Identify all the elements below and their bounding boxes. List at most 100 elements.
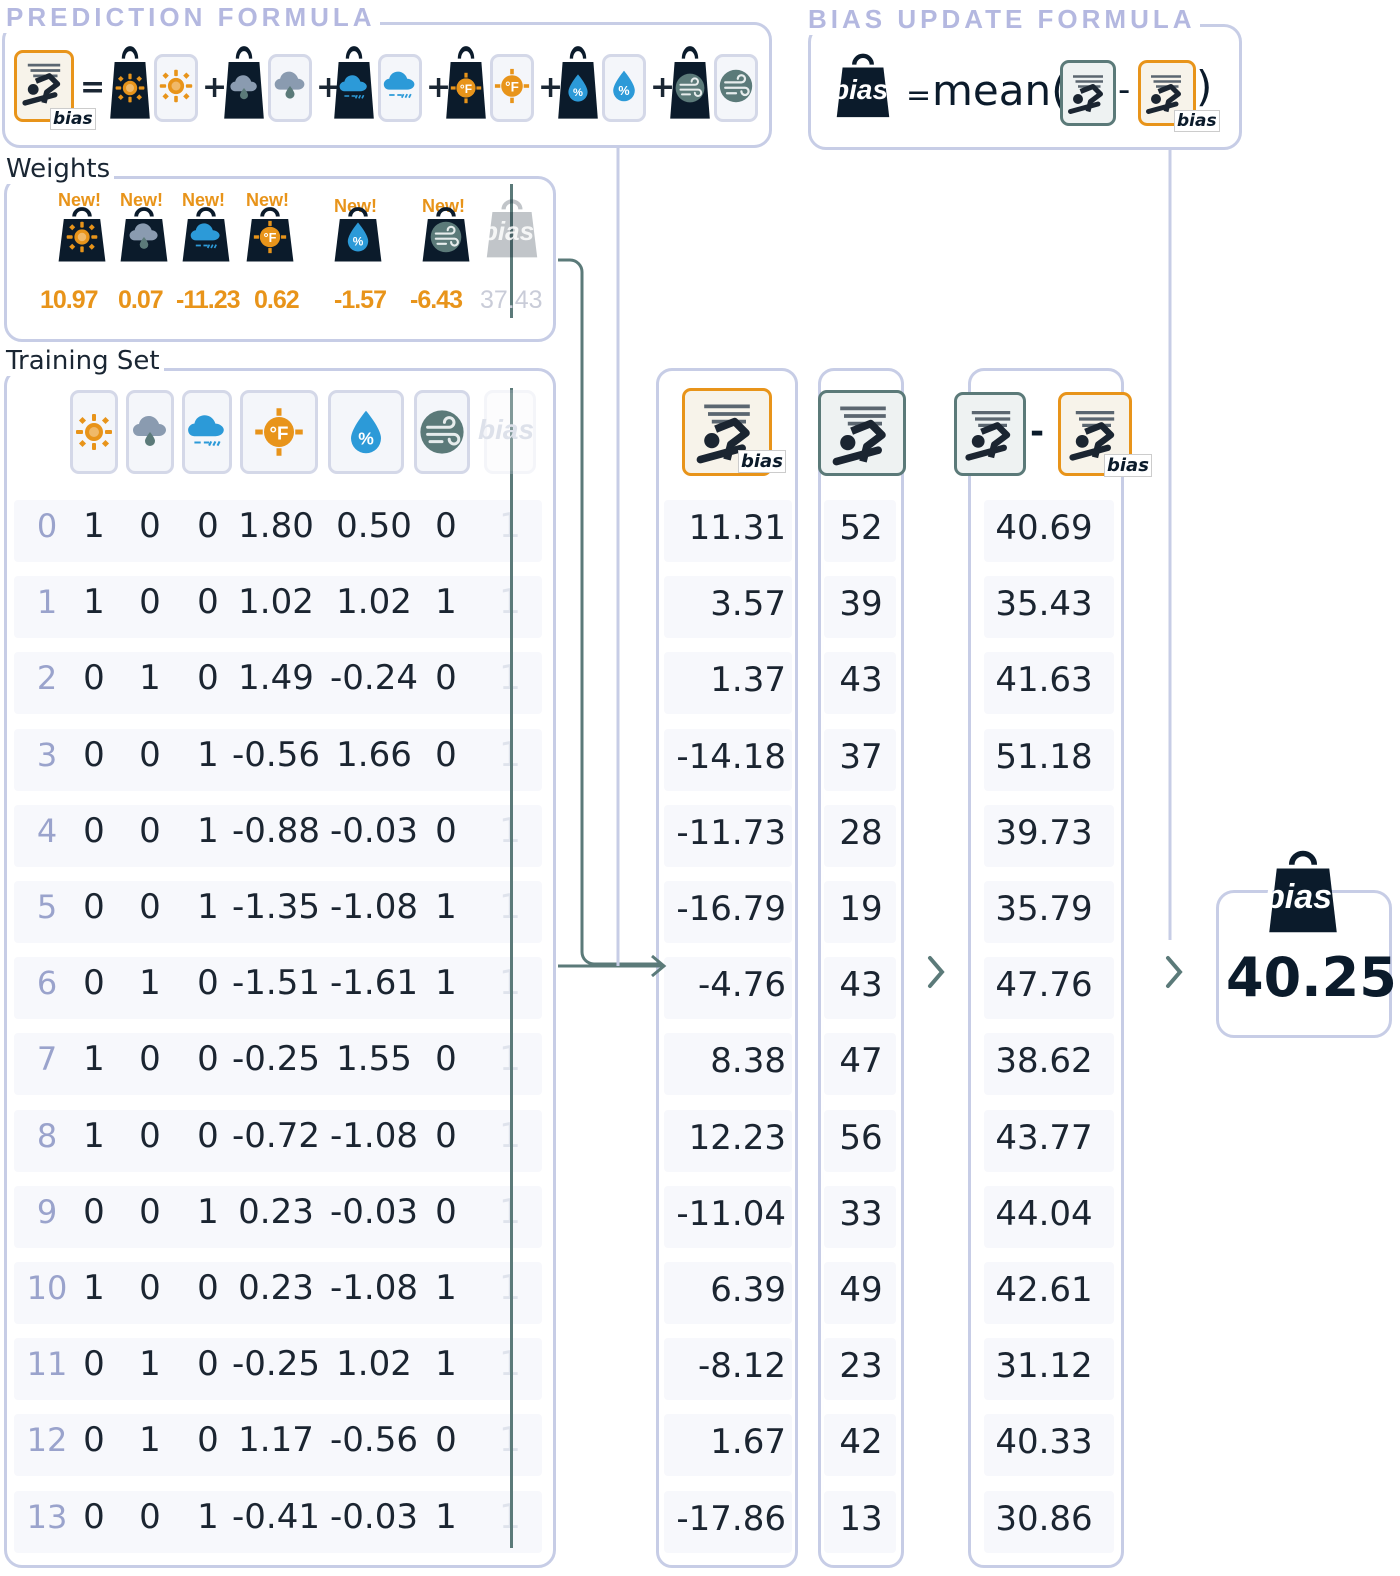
difference-value: 39.73 — [995, 812, 1093, 853]
feature-value: 0 — [435, 810, 457, 851]
feature-value: 1 — [435, 1496, 457, 1537]
prediction-value: 6.39 — [710, 1270, 786, 1310]
feature-value: 1.17 — [238, 1420, 314, 1461]
difference-value: 35.79 — [995, 889, 1093, 929]
training-divider — [510, 388, 513, 1548]
prediction-value: -16.79 — [676, 889, 786, 929]
cloud-snow-icon — [338, 72, 370, 108]
target-value: 52 — [839, 508, 883, 548]
bias-small-label: bias — [1104, 454, 1152, 477]
result-bias-label: bias — [1264, 878, 1333, 916]
target-value: 23 — [839, 1346, 883, 1387]
result-value: 40.25 — [1226, 946, 1397, 1009]
prediction-value: -17.86 — [676, 1498, 786, 1539]
weight-value: -1.57 — [334, 286, 387, 314]
target-value: 42 — [839, 1422, 883, 1463]
target-icon — [954, 392, 1026, 476]
feature-value: 0 — [435, 1115, 457, 1156]
prediction-value: 8.38 — [710, 1041, 786, 1082]
prediction-value: 1.37 — [710, 660, 786, 701]
difference-value: 43.77 — [995, 1117, 1093, 1158]
weight-value: -6.43 — [410, 286, 463, 314]
bias-update-formula-title: BIAS UPDATE FORMULA — [804, 4, 1200, 35]
humidity-drop-icon — [341, 407, 391, 461]
feature-value: 0 — [435, 1191, 457, 1232]
bias-weight-label: bias — [832, 74, 889, 105]
feature-value: 0 — [435, 734, 457, 775]
bias-small-label: bias — [1174, 110, 1220, 132]
difference-value: 41.63 — [995, 660, 1093, 701]
difference-value: 35.43 — [995, 584, 1093, 625]
weight-value: 0.07 — [118, 286, 164, 314]
cloud-snow-icon — [189, 220, 223, 258]
mean-function-label: mean( — [932, 66, 1068, 115]
sun-icon — [114, 72, 146, 108]
weight-value: -11.23 — [176, 286, 241, 314]
feature-value: -0.25 — [232, 1344, 320, 1385]
feature-value: -0.72 — [232, 1115, 320, 1156]
minus-sign: - — [1030, 412, 1045, 452]
target-value: 49 — [839, 1270, 883, 1310]
feature-value: 0 — [435, 506, 457, 546]
humidity-drop-icon — [562, 72, 594, 108]
target-value: 43 — [839, 660, 883, 701]
prediction-formula-title: PREDICTION FORMULA — [2, 2, 380, 33]
sun-icon — [74, 412, 114, 456]
feature-value: 1.80 — [238, 506, 314, 546]
difference-value: 51.18 — [995, 736, 1093, 777]
feature-value: 1 — [435, 1268, 457, 1308]
feature-value: -1.35 — [232, 887, 320, 927]
chevron-right-icon — [928, 956, 945, 988]
feature-value: 1.02 — [238, 582, 314, 623]
difference-value: 38.62 — [995, 1041, 1093, 1082]
feature-value: -0.88 — [232, 810, 320, 851]
cloud-rain-icon — [127, 220, 161, 258]
target-value: 56 — [839, 1117, 883, 1158]
prediction-value: 3.57 — [710, 584, 786, 625]
difference-value: 47.76 — [995, 965, 1093, 1006]
difference-value: 30.86 — [995, 1498, 1093, 1539]
prediction-value: 11.31 — [688, 508, 786, 548]
target-value: 43 — [839, 965, 883, 1006]
equals-sign: = — [906, 78, 932, 113]
humidity-drop-icon — [606, 68, 642, 108]
feature-value: 0 — [435, 658, 457, 699]
cloud-rain-icon — [228, 72, 260, 108]
minus-sign: - — [1118, 70, 1131, 110]
bias-weight-label: bias — [482, 216, 535, 246]
prediction-value: 1.67 — [710, 1422, 786, 1463]
target-value: 28 — [839, 812, 883, 853]
difference-value: 44.04 — [995, 1193, 1093, 1234]
bias-small-label: bias — [738, 450, 786, 473]
target-icon — [818, 390, 906, 476]
close-paren: ) — [1196, 62, 1213, 111]
feature-value: -0.41 — [232, 1496, 320, 1537]
target-value: 13 — [839, 1498, 883, 1539]
wind-icon — [674, 72, 706, 108]
weights-to-prediction-arrow — [558, 258, 662, 966]
bias-weight-value: 37.43 — [480, 286, 543, 314]
cloud-snow-icon — [382, 68, 418, 108]
target-icon — [1060, 60, 1116, 126]
weight-value: 10.97 — [40, 286, 99, 314]
target-value: 33 — [839, 1193, 883, 1234]
prediction-value: -4.76 — [698, 965, 786, 1006]
feature-value: 0.23 — [238, 1191, 314, 1232]
target-value: 47 — [839, 1041, 883, 1082]
wind-icon — [718, 68, 754, 108]
difference-value: 40.33 — [995, 1422, 1093, 1463]
difference-value: 42.61 — [995, 1270, 1093, 1310]
target-value: 39 — [839, 584, 883, 625]
target-value: 19 — [839, 889, 883, 929]
prediction-value: -8.12 — [698, 1346, 786, 1387]
thermometer-fahrenheit-icon — [254, 407, 304, 461]
weight-value: 0.62 — [254, 286, 300, 314]
chevron-right-icon — [1166, 956, 1183, 988]
cloud-rain-icon — [272, 68, 308, 108]
target-value: 37 — [839, 736, 883, 777]
feature-value: 1 — [435, 582, 457, 623]
prediction-value: 12.23 — [688, 1117, 786, 1158]
weights-title: Weights — [2, 154, 115, 184]
equals-sign: = — [80, 70, 106, 105]
difference-value: 40.69 — [995, 508, 1093, 548]
